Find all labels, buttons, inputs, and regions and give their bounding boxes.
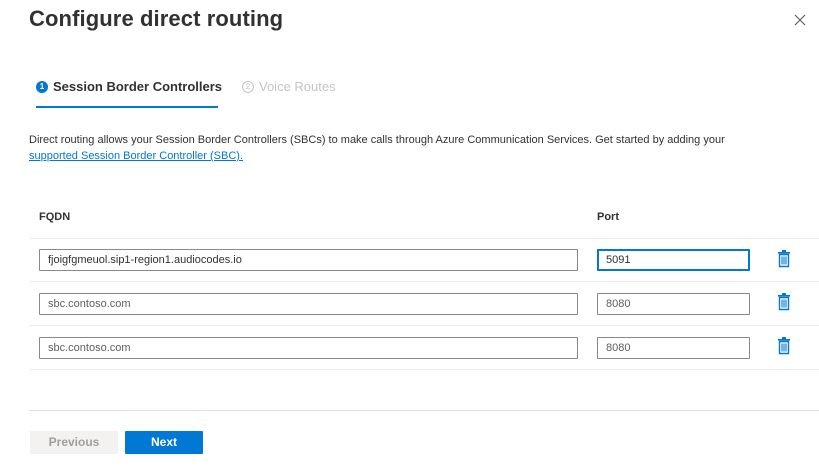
fqdn-input[interactable] bbox=[39, 293, 578, 315]
close-icon bbox=[794, 14, 806, 26]
close-button[interactable] bbox=[790, 10, 810, 30]
fqdn-column-header: FQDN bbox=[39, 211, 71, 223]
delete-row-button[interactable] bbox=[776, 337, 792, 355]
panel-title: Configure direct routing bbox=[29, 6, 284, 31]
step-number-badge: 1 bbox=[36, 80, 48, 93]
tab-label: Session Border Controllers bbox=[53, 79, 223, 94]
port-input[interactable] bbox=[597, 337, 750, 359]
tab-session-border-controllers[interactable]: 1 Session Border Controllers bbox=[36, 79, 222, 94]
fqdn-input[interactable] bbox=[39, 249, 578, 271]
tab-label: Voice Routes bbox=[259, 79, 336, 94]
trash-icon bbox=[778, 293, 790, 311]
configure-direct-routing-panel: Configure direct routing 1 Session Borde… bbox=[0, 0, 819, 468]
port-column-header: Port bbox=[597, 211, 619, 223]
row-divider bbox=[29, 369, 819, 370]
description-text: Direct routing allows your Session Borde… bbox=[29, 134, 725, 146]
row-divider bbox=[29, 281, 819, 282]
trash-icon bbox=[778, 250, 790, 268]
footer-divider bbox=[29, 410, 819, 411]
active-tab-indicator bbox=[36, 106, 218, 108]
delete-row-button[interactable] bbox=[776, 250, 792, 268]
row-divider bbox=[29, 238, 819, 239]
port-input[interactable] bbox=[597, 249, 750, 271]
fqdn-input[interactable] bbox=[39, 337, 578, 359]
row-divider bbox=[29, 325, 819, 326]
delete-row-button[interactable] bbox=[776, 293, 792, 311]
description: Direct routing allows your Session Borde… bbox=[29, 132, 749, 164]
tab-voice-routes[interactable]: 2 Voice Routes bbox=[242, 79, 336, 94]
step-number-badge: 2 bbox=[242, 80, 254, 93]
previous-button[interactable]: Previous bbox=[30, 431, 118, 454]
supported-sbc-link[interactable]: supported Session Border Controller (SBC… bbox=[29, 150, 243, 162]
next-button[interactable]: Next bbox=[125, 431, 203, 454]
trash-icon bbox=[778, 337, 790, 355]
port-input[interactable] bbox=[597, 293, 750, 315]
